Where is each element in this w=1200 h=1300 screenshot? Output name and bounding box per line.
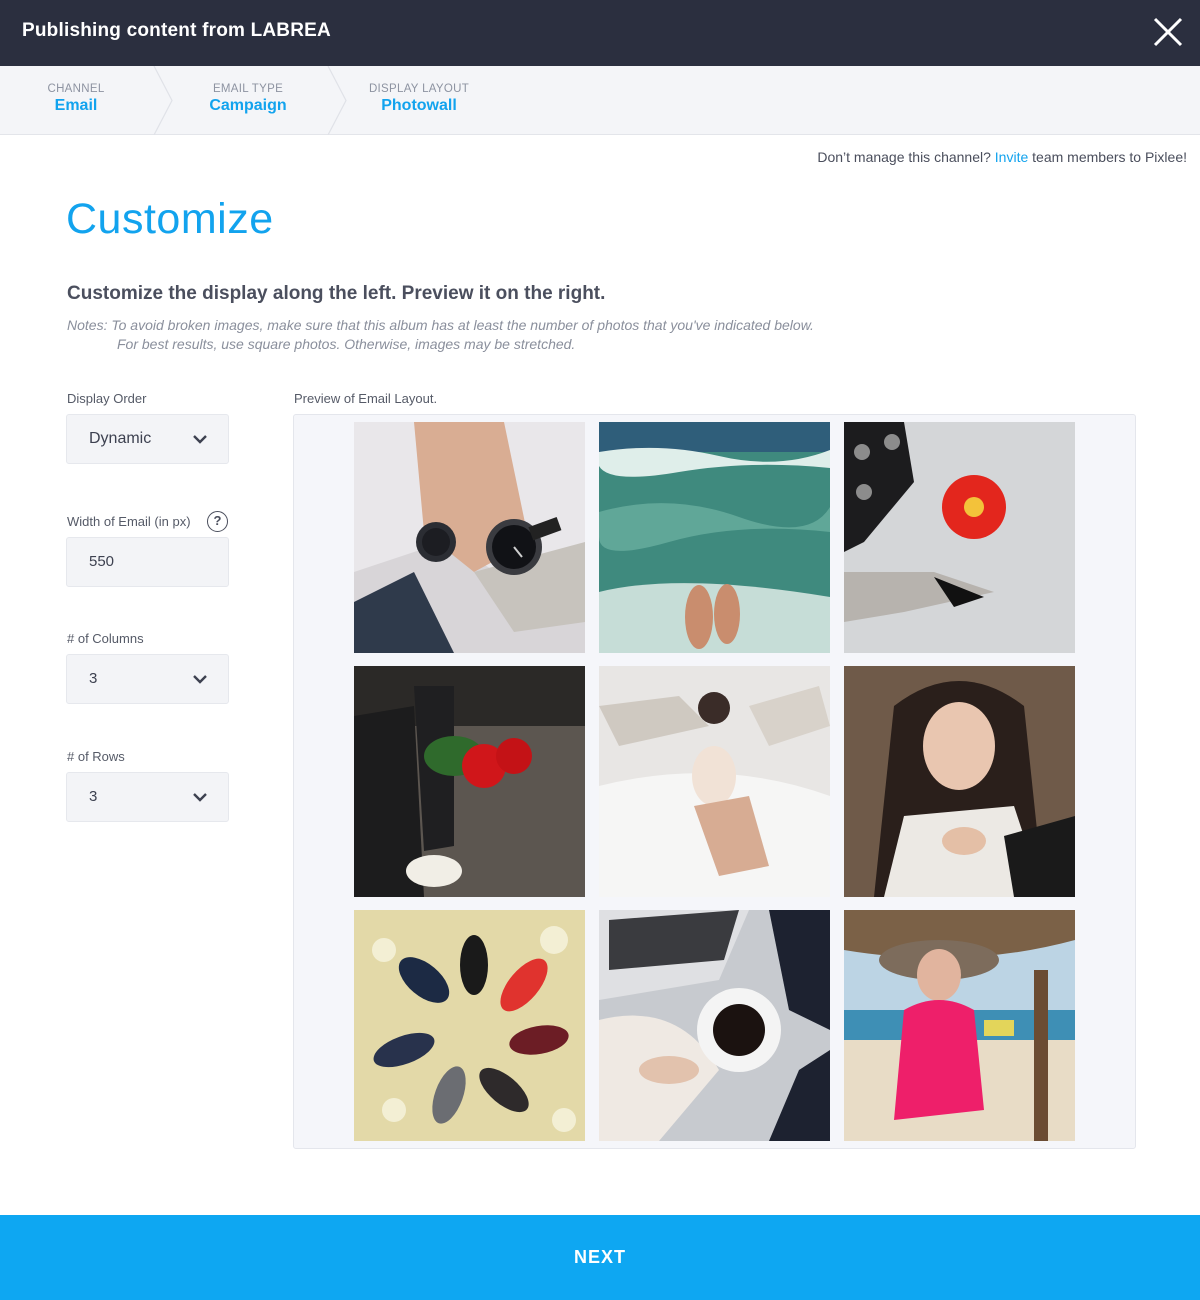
- columns-value: 3: [89, 670, 98, 687]
- preview-label: Preview of Email Layout.: [294, 391, 438, 406]
- roses-sneakers-photo: [354, 666, 585, 897]
- display-order-value: Dynamic: [89, 430, 152, 447]
- email-width-input[interactable]: 550: [66, 537, 229, 587]
- email-preview-panel: [293, 414, 1136, 1149]
- rows-value: 3: [89, 788, 98, 805]
- step-email-type[interactable]: EMAIL TYPE Campaign: [164, 66, 332, 134]
- shoes-circle-photo: [354, 910, 585, 1141]
- step-channel-value: Email: [54, 97, 98, 114]
- invite-message: Don’t manage this channel? Invite team m…: [817, 149, 1187, 165]
- step-display-layout-value: Photowall: [381, 97, 457, 114]
- step-channel[interactable]: CHANNEL Email: [0, 66, 152, 134]
- close-icon[interactable]: [1152, 16, 1184, 48]
- notes-line-1: Notes: To avoid broken images, make sure…: [67, 317, 814, 333]
- email-width-label: Width of Email (in px): [67, 514, 191, 529]
- watches-photo: [354, 422, 585, 653]
- invite-suffix: team members to Pixlee!: [1028, 149, 1187, 165]
- step-email-type-label: EMAIL TYPE: [212, 83, 284, 95]
- rows-label: # of Rows: [67, 749, 125, 764]
- ocean-feet-photo: [599, 422, 830, 653]
- display-order-select[interactable]: Dynamic: [66, 414, 229, 464]
- columns-select[interactable]: 3: [66, 654, 229, 704]
- chevron-down-icon: [193, 675, 207, 684]
- beach-hat-photo: [844, 910, 1075, 1141]
- chevron-down-icon: [193, 793, 207, 802]
- invite-link[interactable]: Invite: [995, 149, 1028, 165]
- step-display-layout[interactable]: DISPLAY LAYOUT Photowall: [338, 66, 500, 134]
- email-width-value: 550: [89, 553, 115, 570]
- coffee-laptop-photo: [599, 910, 830, 1141]
- hammock-beach-photo: [599, 666, 830, 897]
- step-email-type-value: Campaign: [209, 97, 287, 114]
- top-bar: Publishing content from LABREA: [0, 0, 1200, 66]
- chevron-down-icon: [193, 435, 207, 444]
- breadcrumb-steps: CHANNEL Email EMAIL TYPE Campaign DISPLA…: [0, 66, 1200, 135]
- page-header-title: Publishing content from LABREA: [22, 20, 331, 41]
- next-button[interactable]: NEXT: [0, 1215, 1200, 1300]
- rows-select[interactable]: 3: [66, 772, 229, 822]
- selfie-photo: [844, 666, 1075, 897]
- invite-prefix: Don’t manage this channel?: [817, 149, 995, 165]
- step-display-layout-label: DISPLAY LAYOUT: [368, 83, 470, 95]
- notes: Notes: To avoid broken images, make sure…: [67, 316, 814, 354]
- columns-label: # of Columns: [67, 631, 144, 646]
- red-flower-shoes-photo: [844, 422, 1075, 653]
- step-channel-label: CHANNEL: [47, 83, 105, 95]
- page-subtitle: Customize the display along the left. Pr…: [67, 283, 606, 304]
- page-title: Customize: [66, 195, 274, 243]
- help-icon[interactable]: ?: [207, 511, 228, 532]
- notes-line-2: For best results, use square photos. Oth…: [117, 336, 576, 352]
- display-order-label: Display Order: [67, 391, 147, 406]
